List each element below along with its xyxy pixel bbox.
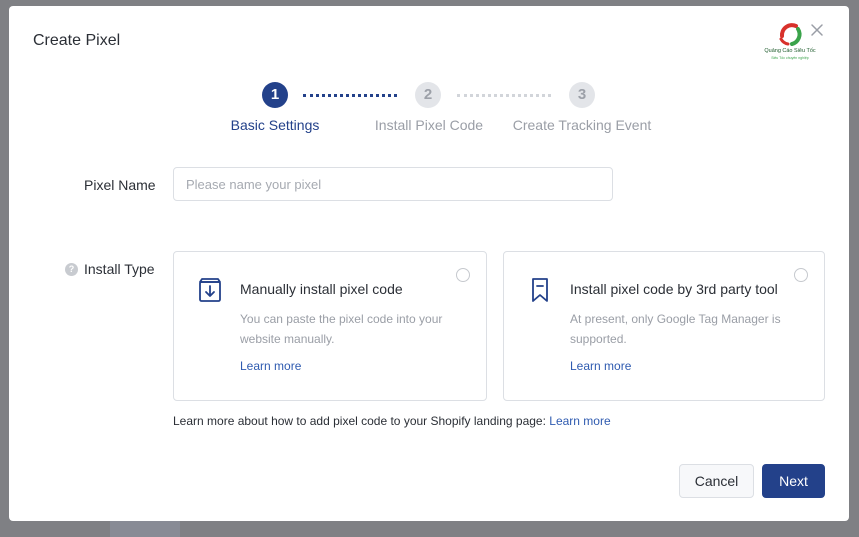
shopify-help-note: Learn more about how to add pixel code t… bbox=[173, 414, 611, 428]
step-connector-2 bbox=[457, 94, 551, 97]
bookmark-icon bbox=[526, 276, 554, 304]
pixel-name-label: Pixel Name bbox=[84, 177, 156, 193]
step-connector-1 bbox=[303, 94, 397, 97]
third-party-install-learn-more-link[interactable]: Learn more bbox=[570, 359, 631, 373]
help-icon[interactable]: ? bbox=[65, 263, 78, 276]
pixel-name-input[interactable] bbox=[173, 167, 613, 201]
install-type-label: Install Type bbox=[84, 261, 155, 277]
step-2-label: Install Pixel Code bbox=[374, 117, 484, 133]
manual-install-description: You can paste the pixel code into your w… bbox=[240, 312, 443, 346]
watermark-text: Quảng Cáo Siêu Tốc bbox=[764, 48, 816, 54]
download-box-icon bbox=[196, 276, 224, 304]
step-1-label: Basic Settings bbox=[230, 117, 320, 133]
close-button[interactable] bbox=[809, 22, 825, 38]
watermark-tagline: Siêu Tốc chuyên nghiệp bbox=[771, 56, 809, 60]
cancel-button[interactable]: Cancel bbox=[679, 464, 754, 498]
modal-title: Create Pixel bbox=[33, 32, 121, 49]
close-icon bbox=[811, 24, 823, 36]
step-2-number: 2 bbox=[415, 82, 441, 108]
create-pixel-modal: Create Pixel Quảng Cáo Siêu Tốc Siêu Tốc… bbox=[9, 6, 849, 521]
manual-install-option-card[interactable]: Manually install pixel code You can past… bbox=[173, 251, 487, 401]
step-3-label: Create Tracking Event bbox=[512, 117, 652, 133]
manual-install-title: Manually install pixel code bbox=[240, 281, 403, 297]
third-party-install-radio[interactable] bbox=[794, 268, 808, 282]
third-party-install-option-card[interactable]: Install pixel code by 3rd party tool At … bbox=[503, 251, 825, 401]
shopify-help-text: Learn more about how to add pixel code t… bbox=[173, 414, 550, 428]
step-3-number: 3 bbox=[569, 82, 595, 108]
step-1-number: 1 bbox=[262, 82, 288, 108]
shopify-learn-more-link[interactable]: Learn more bbox=[549, 414, 610, 428]
manual-install-radio[interactable] bbox=[456, 268, 470, 282]
next-button[interactable]: Next bbox=[762, 464, 825, 498]
third-party-install-description: At present, only Google Tag Manager is s… bbox=[570, 312, 781, 346]
third-party-install-title: Install pixel code by 3rd party tool bbox=[570, 281, 778, 297]
manual-install-learn-more-link[interactable]: Learn more bbox=[240, 359, 301, 373]
